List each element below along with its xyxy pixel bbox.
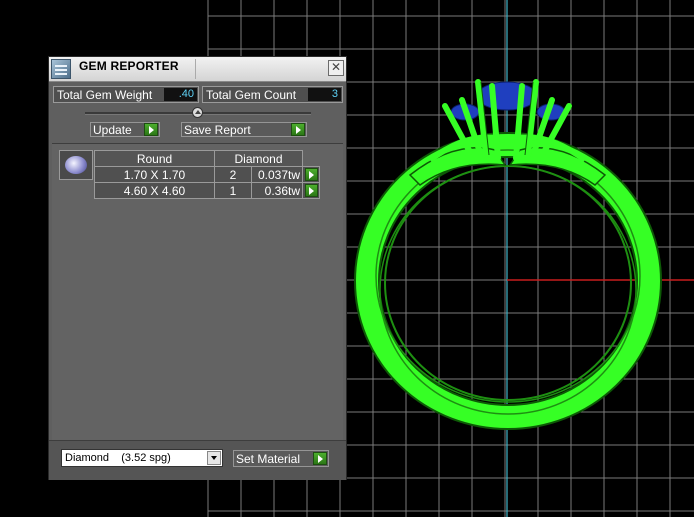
material-header: Diamond <box>214 150 303 167</box>
green-arrow-icon <box>313 452 327 465</box>
table-row[interactable]: 1.70 X 1.70 2 0.037tw <box>94 166 320 183</box>
gem-table-header: Round Diamond <box>94 150 320 167</box>
material-select-value: Diamond (3.52 spg) <box>65 452 171 464</box>
green-arrow-icon <box>304 184 318 197</box>
gem-reporter-icon <box>51 59 71 79</box>
update-button-label: Update <box>93 123 132 137</box>
total-gem-count-label: Total Gem Count <box>206 88 297 102</box>
set-material-button[interactable]: Set Material <box>233 450 329 467</box>
panel-splitter-handle[interactable] <box>192 107 203 118</box>
gem-list: Round Diamond 1.70 X 1.70 2 0.037tw 4.60… <box>52 143 343 440</box>
green-arrow-icon <box>144 123 158 136</box>
header-spacer <box>303 151 320 167</box>
green-arrow-icon <box>291 123 305 136</box>
gem-size: 1.70 X 1.70 <box>94 166 215 183</box>
panel-titlebar[interactable]: GEM REPORTER ✕ <box>49 57 346 82</box>
update-button[interactable]: Update <box>90 122 160 137</box>
gem-qty: 1 <box>214 182 252 199</box>
close-button[interactable]: ✕ <box>328 60 344 76</box>
material-select[interactable]: Diamond (3.52 spg) <box>61 449 223 467</box>
material-bar: Diamond (3.52 spg) Set Material <box>49 440 346 480</box>
set-material-button-label: Set Material <box>236 452 301 466</box>
save-report-button-label: Save Report <box>184 123 251 137</box>
gem-thumbnail[interactable] <box>59 150 93 180</box>
round-gem-icon <box>65 156 87 174</box>
panel-title: GEM REPORTER <box>79 59 179 73</box>
gem-weight: 0.36tw <box>251 182 303 199</box>
total-gem-weight-label: Total Gem Weight <box>57 88 153 102</box>
titlebar-divider <box>195 59 196 79</box>
gem-qty: 2 <box>214 166 252 183</box>
row-select-button[interactable] <box>302 182 320 199</box>
total-gem-count: Total Gem Count 3 <box>202 86 343 103</box>
row-select-button[interactable] <box>302 166 320 183</box>
total-gem-weight: Total Gem Weight .40 <box>53 86 199 103</box>
gem-reporter-panel: GEM REPORTER ✕ Total Gem Weight .40 Tota… <box>48 56 347 480</box>
shape-header: Round <box>94 150 215 167</box>
table-row[interactable]: 4.60 X 4.60 1 0.36tw <box>94 182 320 199</box>
gem-weight: 0.037tw <box>251 166 303 183</box>
close-icon: ✕ <box>330 60 342 74</box>
green-arrow-icon <box>304 168 318 181</box>
total-gem-weight-value: .40 <box>164 88 197 101</box>
gem-table: Round Diamond 1.70 X 1.70 2 0.037tw 4.60… <box>94 150 320 199</box>
gem-size: 4.60 X 4.60 <box>94 182 215 199</box>
save-report-button[interactable]: Save Report <box>181 122 307 137</box>
chevron-down-icon[interactable] <box>207 451 221 465</box>
total-gem-count-value: 3 <box>308 88 341 101</box>
